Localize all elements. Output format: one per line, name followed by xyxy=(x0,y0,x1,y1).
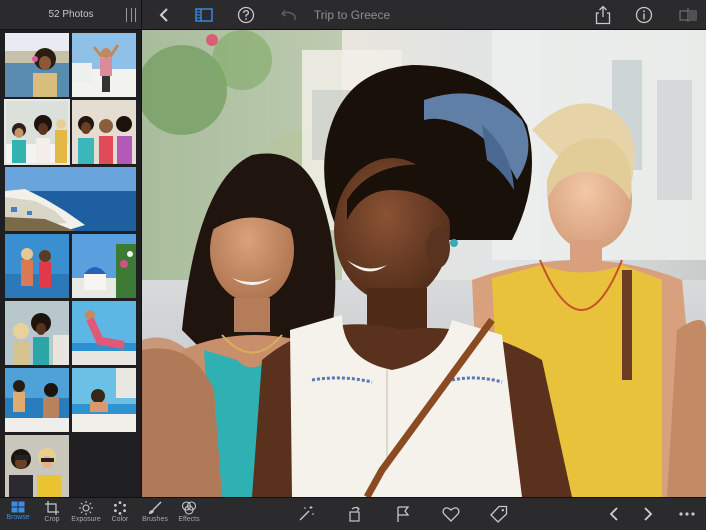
photo-browser[interactable] xyxy=(0,30,142,497)
tool-label-exposure: Exposure xyxy=(71,516,101,523)
favorite-heart-icon[interactable] xyxy=(441,504,461,524)
thumbnail-3-selected[interactable] xyxy=(4,99,70,165)
brush-icon xyxy=(149,501,162,514)
next-photo-icon[interactable] xyxy=(638,504,658,524)
thumbnail-11[interactable] xyxy=(72,368,136,432)
compare-icon[interactable] xyxy=(678,5,698,25)
photo-count: 52 Photos xyxy=(48,9,94,20)
bottom-toolbar: Browse Crop Exposure Color Brushes Effec… xyxy=(0,497,706,530)
share-icon[interactable] xyxy=(593,5,613,25)
tool-label-effects: Effects xyxy=(178,516,200,523)
thumbnail-7[interactable] xyxy=(72,234,136,298)
tag-icon[interactable] xyxy=(489,504,509,524)
rotate-icon[interactable] xyxy=(345,504,365,524)
tool-color[interactable]: Color xyxy=(103,501,137,530)
tool-label-brushes: Brushes xyxy=(142,516,168,523)
exposure-sun-icon xyxy=(79,501,93,515)
auto-enhance-icon[interactable] xyxy=(296,504,316,524)
tool-label-crop: Crop xyxy=(44,516,60,523)
thumbnail-6[interactable] xyxy=(5,234,69,298)
effects-circles-icon xyxy=(181,501,197,515)
color-dots-icon xyxy=(114,501,126,515)
thumbnail-5[interactable] xyxy=(5,167,136,231)
info-icon[interactable] xyxy=(634,5,654,25)
thumbnail-8[interactable] xyxy=(5,301,69,365)
thumbnail-1[interactable] xyxy=(5,33,69,97)
tool-effects[interactable]: Effects xyxy=(172,501,206,530)
flag-icon[interactable] xyxy=(393,504,413,524)
tool-exposure[interactable]: Exposure xyxy=(69,501,103,530)
more-icon[interactable] xyxy=(677,504,697,524)
thumbnail-10[interactable] xyxy=(5,368,69,432)
tool-browse[interactable]: Browse xyxy=(1,501,35,530)
album-title: Trip to Greece xyxy=(313,8,391,22)
tool-label-browse: Browse xyxy=(6,514,30,521)
crop-icon xyxy=(45,501,59,515)
top-toolbar: 52 Photos Trip to Greece xyxy=(0,0,706,30)
tool-brushes[interactable]: Brushes xyxy=(138,501,172,530)
previous-photo-icon[interactable] xyxy=(604,504,624,524)
sidebar-header: 52 Photos xyxy=(0,0,142,30)
tool-label-color: Color xyxy=(111,516,129,523)
grid-toggle-icon[interactable] xyxy=(126,8,136,22)
thumbnail-12[interactable] xyxy=(5,435,69,497)
main-photo xyxy=(142,30,706,497)
thumbnail-9[interactable] xyxy=(72,301,136,365)
thumbnail-2[interactable] xyxy=(72,33,136,97)
browse-icon xyxy=(11,501,25,513)
photo-viewer[interactable] xyxy=(142,30,706,497)
thumbnail-4[interactable] xyxy=(72,100,136,164)
tool-crop[interactable]: Crop xyxy=(35,501,69,530)
